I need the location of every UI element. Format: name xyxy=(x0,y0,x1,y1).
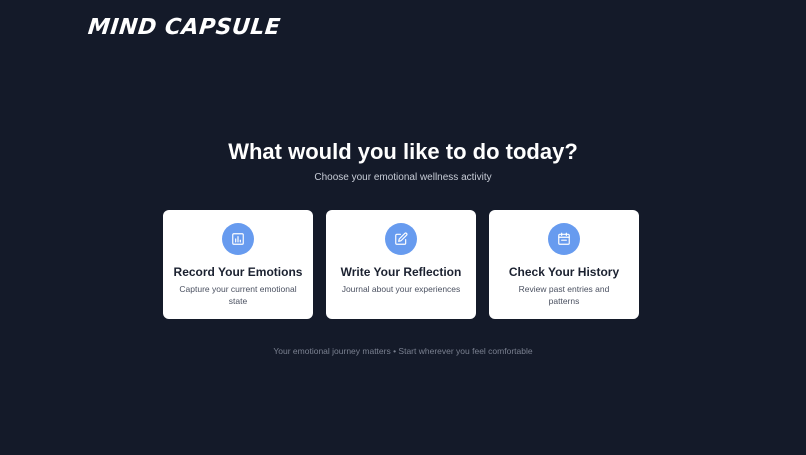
bar-chart-icon xyxy=(222,223,254,255)
activity-cards: Record Your Emotions Capture your curren… xyxy=(163,210,640,319)
calendar-icon xyxy=(548,223,580,255)
check-history-card[interactable]: Check Your History Review past entries a… xyxy=(489,210,639,319)
card-title: Check Your History xyxy=(508,265,620,279)
page-subtitle: Choose your emotional wellness activity xyxy=(314,172,492,183)
card-description: Review past entries and patterns xyxy=(518,284,610,306)
write-reflection-card[interactable]: Write Your Reflection Journal about your… xyxy=(326,210,476,319)
record-emotions-card[interactable]: Record Your Emotions Capture your curren… xyxy=(163,210,313,319)
page-title: What would you like to do today? xyxy=(228,139,578,164)
edit-icon xyxy=(385,223,417,255)
footer-note: Your emotional journey matters • Start w… xyxy=(273,346,533,356)
card-description: Journal about your experiences xyxy=(341,284,461,294)
card-title: Write Your Reflection xyxy=(340,265,462,279)
card-description: Capture your current emotional state xyxy=(179,284,297,306)
card-title: Record Your Emotions xyxy=(173,265,303,279)
app-logo: MIND CAPSULE xyxy=(86,15,282,40)
